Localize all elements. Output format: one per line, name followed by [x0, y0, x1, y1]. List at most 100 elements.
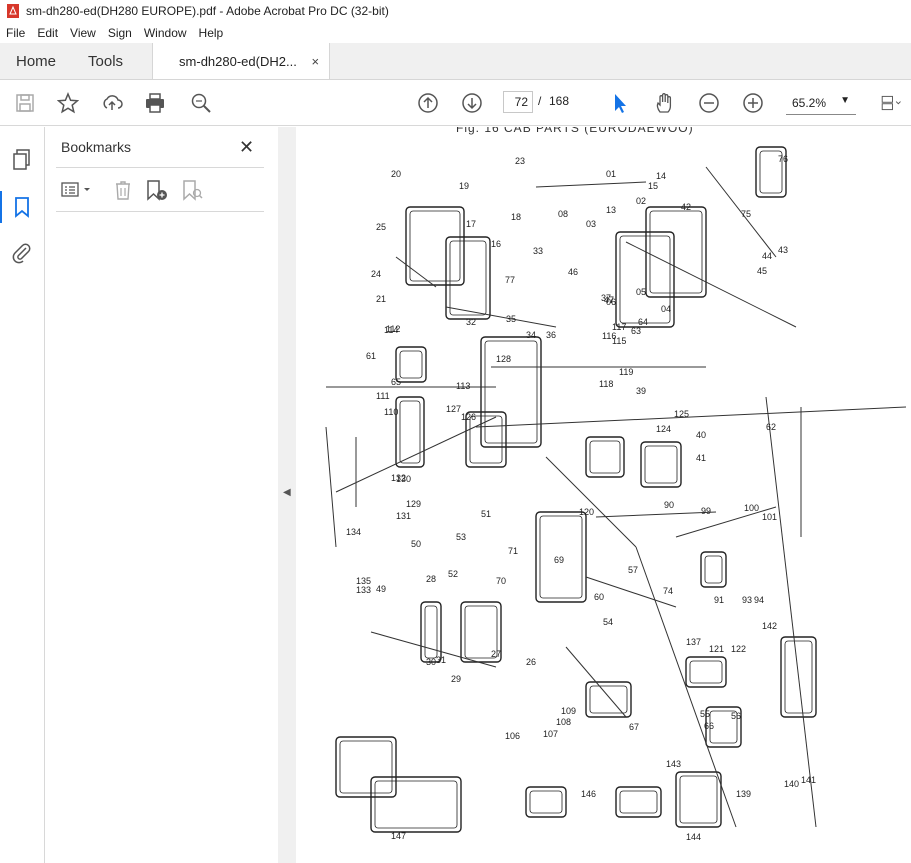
cab-part-outline	[675, 771, 722, 828]
part-number-label: 35	[506, 314, 516, 324]
part-number-label: 33	[533, 246, 543, 256]
cab-part-outline	[640, 441, 682, 488]
save-icon[interactable]	[13, 91, 37, 115]
hand-icon[interactable]	[653, 91, 677, 115]
menu-view[interactable]: View	[64, 26, 102, 40]
part-number-label: 28	[426, 574, 436, 584]
menu-edit[interactable]: Edit	[31, 26, 64, 40]
tab-tools[interactable]: Tools	[72, 43, 139, 79]
part-number-label: 140	[784, 779, 799, 789]
print-icon[interactable]	[143, 91, 167, 115]
cab-part-outline	[405, 206, 465, 286]
part-number-label: 34	[526, 330, 536, 340]
page-separator: /	[538, 94, 542, 108]
part-number-label: 131	[396, 511, 411, 521]
arrow-down-circle-icon[interactable]	[460, 91, 484, 115]
divider	[56, 211, 264, 212]
menu-file[interactable]: File	[0, 26, 31, 40]
window-title: sm-dh280-ed(DH280 EUROPE).pdf - Adobe Ac…	[26, 4, 389, 18]
part-number-label: 27	[491, 649, 501, 659]
part-number-label: 101	[762, 512, 777, 522]
part-number-label: 52	[448, 569, 458, 579]
part-number-label: 25	[376, 222, 386, 232]
attachment-icon[interactable]	[10, 241, 34, 265]
search-zoom-icon[interactable]	[189, 91, 213, 115]
tab-home[interactable]: Home	[0, 43, 72, 79]
menu-window[interactable]: Window	[138, 26, 193, 40]
part-number-label: 13	[606, 205, 616, 215]
part-number-label: 63	[631, 326, 641, 336]
part-number-label: 100	[744, 503, 759, 513]
tab-document[interactable]: sm-dh280-ed(DH2... ×	[152, 43, 331, 79]
part-number-label: 111	[376, 391, 390, 401]
part-number-label: 118	[599, 379, 613, 389]
part-number-label: 16	[491, 239, 501, 249]
part-number-label: 55	[700, 709, 710, 719]
part-number-label: 54	[603, 617, 613, 627]
page-layout-icon[interactable]	[876, 91, 906, 115]
cab-part-inner	[339, 740, 393, 794]
close-icon[interactable]: ✕	[239, 137, 254, 158]
cursor-icon[interactable]	[608, 91, 632, 115]
cab-part-inner	[679, 775, 718, 824]
zoom-select[interactable]: 65.2% ▼	[786, 91, 856, 115]
part-number-label: 43	[778, 245, 788, 255]
chevron-down-icon: ▼	[840, 95, 850, 106]
part-number-label: 120	[579, 507, 594, 517]
cab-part-inner	[704, 555, 723, 584]
trash-icon[interactable]	[111, 178, 137, 202]
part-number-label: 139	[736, 789, 751, 799]
tab-bar: Home Tools sm-dh280-ed(DH2... ×	[0, 43, 911, 80]
upload-icon[interactable]	[100, 91, 124, 115]
part-number-label: 17	[466, 219, 476, 229]
bookmark-search-icon[interactable]	[180, 178, 206, 202]
part-number-label: 65	[391, 377, 401, 387]
document-view[interactable]: Fig. 16 CAB PARTS (EURODAEWOO) 01 02 03 04 0…	[296, 127, 911, 863]
part-number-label: 133	[356, 585, 371, 595]
bookmark-options-icon[interactable]	[60, 178, 96, 202]
part-number-label: 19	[459, 181, 469, 191]
plus-circle-icon[interactable]	[741, 91, 765, 115]
part-number-label: 66	[704, 721, 714, 731]
part-number-label: 127	[446, 404, 461, 414]
part-number-label: 129	[406, 499, 421, 509]
part-number-label: 76	[778, 154, 788, 164]
part-number-label: 75	[741, 209, 751, 219]
collapse-arrow-icon[interactable]: ◀	[283, 487, 291, 498]
menu-bar: File Edit View Sign Window Help	[0, 22, 911, 43]
part-number-label: 15	[648, 181, 658, 191]
bookmark-panel-icon[interactable]	[0, 191, 34, 223]
part-number-label: 93	[742, 595, 752, 605]
leader-line	[545, 456, 637, 548]
part-number-label: 60	[594, 592, 604, 602]
part-number-label: 114	[384, 325, 398, 335]
part-number-label: 23	[515, 156, 525, 166]
page-number-input[interactable]: 72	[503, 91, 533, 113]
cab-part-inner	[589, 685, 628, 714]
part-number-label: 91	[714, 595, 724, 605]
part-number-label: 109	[561, 706, 576, 716]
menu-help[interactable]: Help	[193, 26, 230, 40]
new-bookmark-icon[interactable]	[144, 178, 170, 202]
panel-splitter[interactable]: ◀	[278, 127, 296, 863]
part-number-label: 69	[554, 555, 564, 565]
minus-circle-icon[interactable]	[697, 91, 721, 115]
part-number-label: 121	[709, 644, 724, 654]
part-number-label: 71	[508, 546, 518, 556]
part-number-label: 144	[686, 832, 701, 842]
leader-line	[535, 181, 647, 188]
document-tab-label: sm-dh280-ed(DH2...	[179, 53, 297, 69]
star-icon[interactable]	[56, 91, 80, 115]
part-number-label: 146	[581, 789, 596, 799]
cab-part-outline	[615, 786, 662, 818]
part-number-label: 135	[356, 576, 371, 586]
close-tab-icon[interactable]: ×	[311, 54, 319, 69]
page-thumbnails-icon[interactable]	[10, 147, 34, 171]
part-number-label: 46	[568, 267, 578, 277]
cab-part-inner	[589, 440, 621, 474]
arrow-up-circle-icon[interactable]	[416, 91, 440, 115]
leader-line	[445, 306, 557, 328]
menu-sign[interactable]: Sign	[102, 26, 138, 40]
leader-line	[765, 396, 817, 828]
cab-part-outline	[585, 436, 625, 478]
